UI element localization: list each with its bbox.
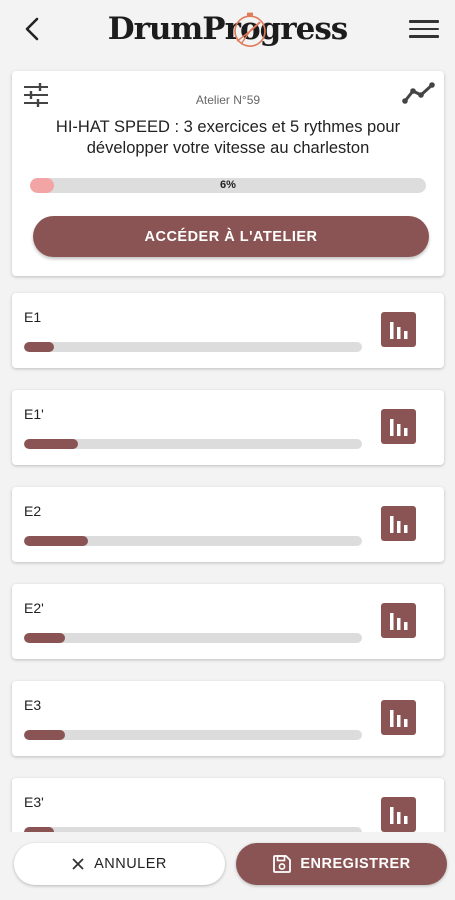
exercise-stats-button[interactable] <box>381 603 416 638</box>
logo-text-start: DrumPr <box>107 11 241 47</box>
exercise-stats-button[interactable] <box>381 312 416 347</box>
exercise-label: E2' <box>24 600 44 616</box>
exercise-card[interactable]: E2 <box>12 487 444 562</box>
exercise-label: E1' <box>24 406 44 422</box>
logo-text-o: o <box>239 11 261 47</box>
access-atelier-button[interactable]: ACCÉDER À L'ATELIER <box>33 216 429 257</box>
atelier-progress-bar: 6% <box>30 178 426 193</box>
exercise-card[interactable]: E2' <box>12 584 444 659</box>
exercise-progress-fill <box>24 536 89 546</box>
exercise-progress-fill <box>24 633 65 643</box>
exercise-stats-button[interactable] <box>381 797 416 832</box>
exercise-label: E3' <box>24 794 44 810</box>
exercise-progress-bar <box>24 633 362 643</box>
bar-chart-icon <box>389 418 407 436</box>
exercise-progress-fill <box>24 730 65 740</box>
exercise-label: E1 <box>24 309 42 325</box>
hamburger-menu-icon-line <box>409 27 439 31</box>
exercise-stats-button[interactable] <box>381 409 416 444</box>
exercise-progress-bar <box>24 730 362 740</box>
bar-chart-icon <box>389 612 407 630</box>
exercise-stats-button[interactable] <box>381 700 416 735</box>
menu-button[interactable] <box>409 15 439 43</box>
close-icon <box>72 858 84 870</box>
atelier-number: Atelier N°59 <box>195 93 261 107</box>
exercise-stats-button[interactable] <box>381 506 416 541</box>
exercise-progress-fill <box>24 342 55 352</box>
logo-o-mark: o <box>233 11 266 47</box>
save-label: ENREGISTRER <box>300 856 411 872</box>
atelier-title: HI-HAT SPEED : 3 exercices et 5 rythmes … <box>55 118 401 157</box>
atelier-card: Atelier N°59 HI-HAT SPEED : 3 exercices … <box>12 71 444 276</box>
exercise-label: E3 <box>24 697 42 713</box>
exercise-card[interactable]: E3 <box>12 681 444 756</box>
exercise-card[interactable]: E1 <box>12 293 444 368</box>
atelier-progress-label: 6% <box>220 179 236 191</box>
footer-actions: ANNULER ENREGISTRER <box>0 832 455 900</box>
exercise-card[interactable]: E1' <box>12 390 444 465</box>
bar-chart-icon <box>389 515 407 533</box>
hamburger-menu-icon <box>409 20 439 23</box>
logo-text-end: gress <box>259 11 349 47</box>
bar-chart-icon <box>389 709 407 727</box>
exercise-progress-bar <box>24 536 362 546</box>
cancel-button[interactable]: ANNULER <box>14 843 225 885</box>
exercise-progress-bar <box>24 342 362 352</box>
app-logo: DrumPr o gress <box>107 11 349 47</box>
bar-chart-icon <box>389 806 407 824</box>
exercise-progress-fill <box>24 439 79 449</box>
cancel-label: ANNULER <box>94 856 167 872</box>
exercise-label: E2 <box>24 503 42 519</box>
save-disk-icon <box>273 855 292 873</box>
bar-chart-icon <box>389 321 407 339</box>
back-arrow-icon <box>25 17 39 41</box>
line-chart-icon[interactable] <box>402 81 436 105</box>
exercise-progress-bar <box>24 439 362 449</box>
save-button[interactable]: ENREGISTRER <box>236 843 447 885</box>
hamburger-menu-icon-line <box>409 35 439 38</box>
app-header: DrumPr o gress <box>0 0 455 58</box>
back-button[interactable] <box>18 15 46 43</box>
